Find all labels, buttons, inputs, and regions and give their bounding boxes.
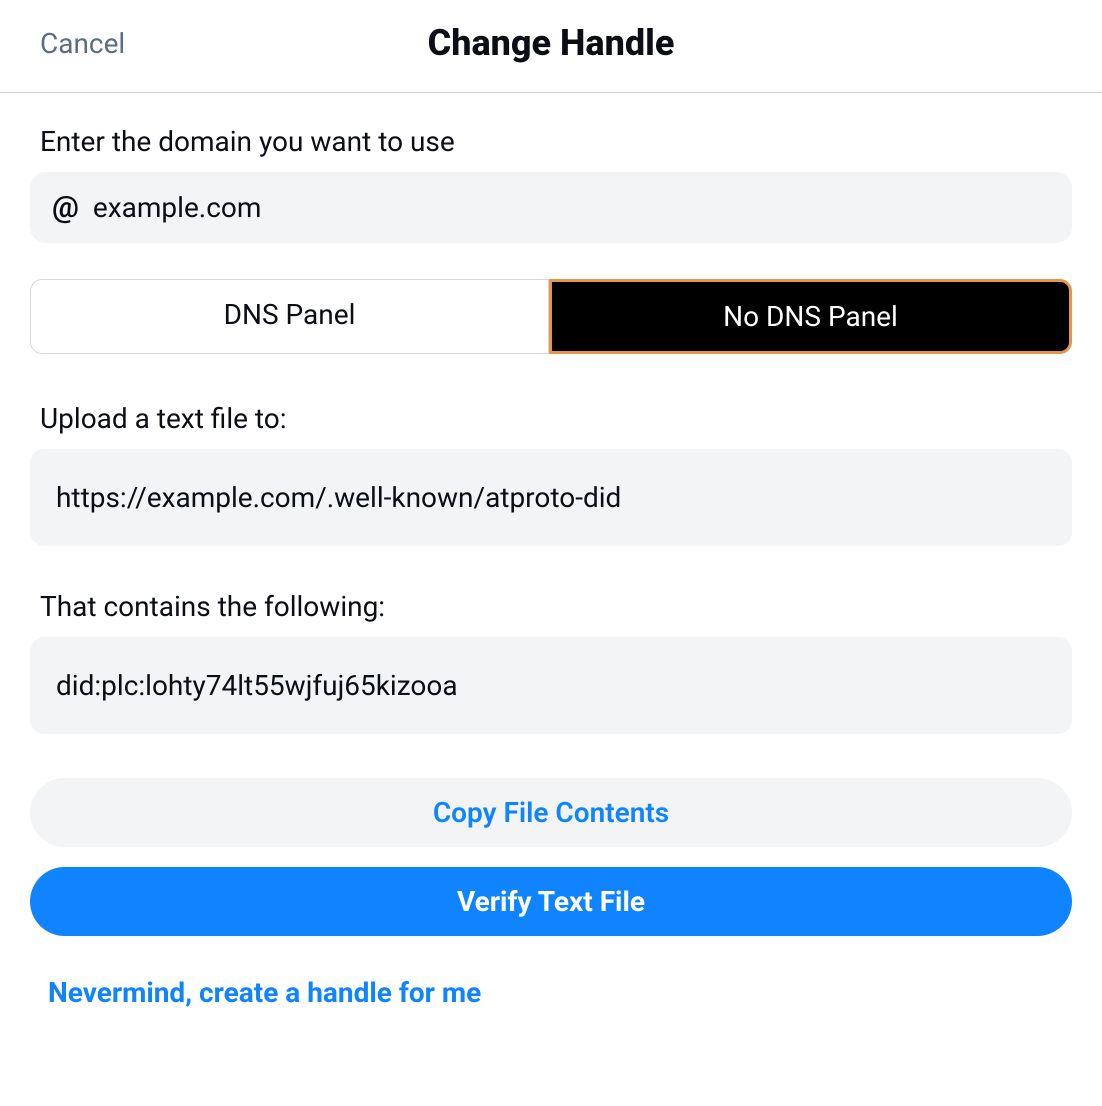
file-contents-box: did:plc:lohty74lt55wjfuj65kizooa	[30, 637, 1072, 734]
domain-label: Enter the domain you want to use	[40, 125, 1072, 158]
contents-label: That contains the following:	[40, 590, 1072, 623]
domain-input-wrapper: @	[30, 172, 1072, 243]
verify-text-file-button[interactable]: Verify Text File	[30, 867, 1072, 936]
tab-dns-panel[interactable]: DNS Panel	[30, 279, 549, 354]
copy-file-contents-button[interactable]: Copy File Contents	[30, 778, 1072, 847]
nevermind-link[interactable]: Nevermind, create a handle for me	[48, 976, 481, 1009]
cancel-button[interactable]: Cancel	[40, 27, 125, 60]
upload-label: Upload a text file to:	[40, 402, 1072, 435]
domain-input[interactable]	[93, 191, 1050, 224]
page-title: Change Handle	[428, 22, 675, 64]
tab-no-dns-panel[interactable]: No DNS Panel	[549, 279, 1072, 354]
upload-url-box: https://example.com/.well-known/atproto-…	[30, 449, 1072, 546]
tab-group: DNS Panel No DNS Panel	[30, 279, 1072, 354]
header: Cancel Change Handle	[0, 0, 1102, 93]
content-area: Enter the domain you want to use @ DNS P…	[0, 93, 1102, 1009]
at-icon: @	[52, 190, 79, 225]
